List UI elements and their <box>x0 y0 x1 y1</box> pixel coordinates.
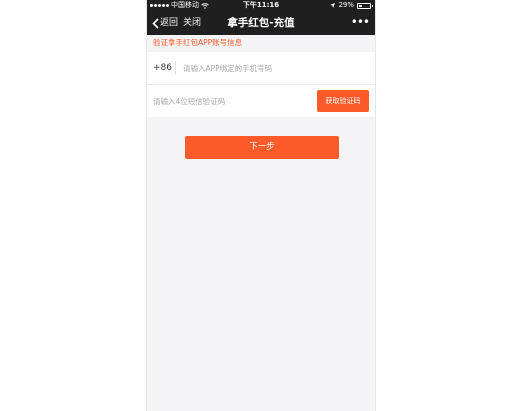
divider <box>175 61 176 75</box>
battery-percent: 29% <box>338 1 354 9</box>
status-bar: 中国移动 下午11:16 29% <box>147 0 375 11</box>
country-code[interactable]: +86 <box>153 52 172 84</box>
code-row: 获取验证码 <box>147 85 375 117</box>
get-code-button[interactable]: 获取验证码 <box>317 90 369 112</box>
battery-icon <box>357 2 373 9</box>
more-menu-button[interactable]: ••• <box>351 15 370 29</box>
phone-row: +86 <box>147 52 375 85</box>
verify-form: +86 获取验证码 <box>147 52 375 117</box>
phone-input[interactable] <box>183 59 333 77</box>
status-right: 29% <box>330 0 373 11</box>
sms-code-input[interactable] <box>153 92 303 110</box>
phone-screen: 中国移动 下午11:16 29% 返回 关闭 拿手红包-充值 ••• 验证拿手红 <box>146 0 376 411</box>
verify-notice: 验证拿手红包APP账号信息 <box>147 35 375 51</box>
location-icon <box>330 3 336 8</box>
nav-bar: 返回 关闭 拿手红包-充值 ••• <box>147 11 375 35</box>
next-button[interactable]: 下一步 <box>185 136 339 159</box>
page-title: 拿手红包-充值 <box>227 17 295 29</box>
